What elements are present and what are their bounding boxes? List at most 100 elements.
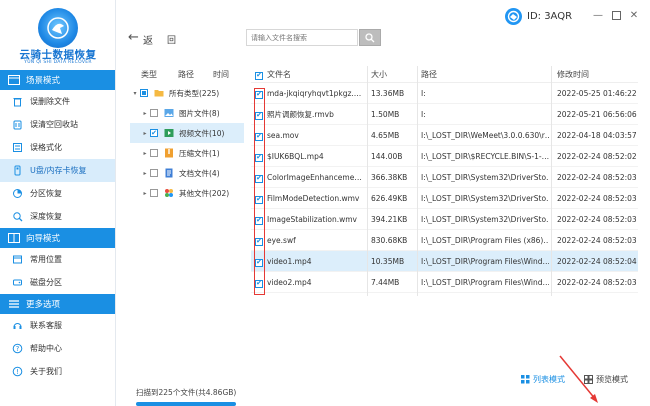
file-size: 10.35MB: [371, 256, 405, 266]
category-checkbox[interactable]: ✔: [150, 129, 158, 137]
file-row[interactable]: ✔ FilmModeDetection.wmv 626.49KB I:\_LOST_D…: [251, 188, 638, 209]
expand-arrow-icon[interactable]: ▸: [140, 130, 150, 137]
category-label: 压缩文件(1): [179, 148, 220, 158]
list-mode-label: 列表模式: [533, 375, 565, 384]
sidebar-item[interactable]: 误删除文件: [0, 90, 115, 113]
file-name: FilmModeDetection.wmv: [267, 193, 360, 203]
category-checkbox[interactable]: [150, 149, 158, 157]
minimize-button[interactable]: —: [592, 9, 604, 21]
sidebar-section-header: 更多选项: [0, 294, 115, 314]
sidebar-item[interactable]: 联系客服: [0, 314, 115, 337]
location-icon: [12, 254, 23, 265]
expand-arrow-icon[interactable]: ▸: [140, 190, 150, 197]
sidebar-item[interactable]: 误清空回收站: [0, 113, 115, 136]
file-path: I:\_LOST_DIR\System32\DriverSto…: [421, 172, 549, 182]
file-name: video2.mp4: [267, 277, 312, 287]
search-icon: [365, 32, 375, 42]
category-item[interactable]: ▸ 图片文件(8): [130, 103, 244, 123]
file-name: ImageStabilization.wmv: [267, 214, 357, 224]
column-name[interactable]: 文件名: [267, 69, 365, 80]
list-mode-button[interactable]: 列表模式: [521, 374, 565, 385]
category-label: 其他文件(202): [179, 188, 230, 198]
category-item[interactable]: ▸ 其他文件(202): [130, 183, 244, 203]
category-checkbox[interactable]: [150, 189, 158, 197]
file-name: 照片调颜恢复.rmvb: [267, 109, 334, 119]
user-avatar-icon[interactable]: [505, 8, 522, 25]
expand-arrow-icon[interactable]: ▸: [140, 110, 150, 117]
column-modified[interactable]: 修改时间: [557, 69, 637, 80]
column-path[interactable]: 路径: [421, 69, 549, 80]
expand-arrow-icon[interactable]: ▾: [130, 90, 140, 97]
home-button[interactable]: 回: [167, 33, 176, 46]
sidebar-item-label: 误删除文件: [30, 97, 70, 106]
file-row[interactable]: ✔ $IUK6BQL.mp4 144.00B I:\_LOST_DIR\$RECYCL…: [251, 146, 638, 167]
knight-logo-icon: [38, 8, 78, 48]
file-row[interactable]: ✔ ColorImageEnhanceme… 366.38KB I:\_LOST_DI…: [251, 167, 638, 188]
sidebar-item[interactable]: 深度恢复: [0, 205, 115, 228]
file-path: I:\_LOST_DIR\Program Files\Wind…: [421, 277, 549, 287]
sidebar-item-label: 关于我们: [30, 367, 62, 376]
close-button[interactable]: ✕: [628, 9, 640, 21]
sidebar-item[interactable]: 误格式化: [0, 136, 115, 159]
tab-time[interactable]: 时间: [213, 69, 235, 80]
sidebar-section-header: 场景模式: [0, 70, 115, 90]
sidebar-item[interactable]: 分区恢复: [0, 182, 115, 205]
category-item[interactable]: ▸ ✔ 视频文件(10): [130, 123, 244, 143]
scan-status: 扫描到225个文件(共4.86GB): [136, 388, 237, 397]
category-checkbox[interactable]: [150, 169, 158, 177]
preview-mode-button[interactable]: 预览模式: [584, 374, 628, 385]
file-row[interactable]: ✔ eye.swf 830.68KB I:\_LOST_DIR\Program Fil…: [251, 230, 638, 251]
recover-button-edge[interactable]: [136, 402, 236, 406]
category-label: 视频文件(10): [179, 128, 225, 138]
search-input[interactable]: [246, 29, 358, 46]
file-size: 394.21KB: [371, 214, 408, 224]
maximize-button[interactable]: [610, 9, 622, 21]
file-row[interactable]: ✔ video1.mp4 10.35MB I:\_LOST_DIR\Program F…: [251, 251, 638, 272]
sidebar-item-label: 分区恢复: [30, 189, 62, 198]
file-row[interactable]: ✔ mda-jkqiqryhqvt1pkgz.… 13.36MB I: 2022-05-…: [251, 83, 638, 104]
expand-arrow-icon[interactable]: ▸: [140, 170, 150, 177]
sidebar-item[interactable]: 常用位置: [0, 248, 115, 271]
category-label: 图片文件(8): [179, 108, 220, 118]
expand-arrow-icon[interactable]: ▸: [140, 150, 150, 157]
sidebar-item[interactable]: ? 帮助中心: [0, 337, 115, 360]
archive-icon: [164, 148, 174, 158]
category-checkbox[interactable]: [140, 89, 148, 97]
sidebar-item[interactable]: ! 关于我们: [0, 360, 115, 383]
file-modified: 2022-04-18 04:03:57: [557, 130, 637, 140]
file-name: mda-jkqiqryhqvt1pkgz.…: [267, 88, 362, 98]
file-row[interactable]: ✔ sea.mov 4.65MB I:\_LOST_DIR\WeMeet\3.0.0.…: [251, 125, 638, 146]
back-arrow-icon[interactable]: ←: [128, 30, 139, 45]
tab-type[interactable]: 类型: [141, 69, 161, 80]
file-modified: 2022-05-25 01:46:22: [557, 88, 637, 98]
video-icon: [164, 128, 174, 138]
file-name: $IUK6BQL.mp4: [267, 151, 324, 161]
sidebar-section-header: 向导模式: [0, 228, 115, 248]
file-modified: 2022-02-24 08:52:03: [557, 277, 637, 287]
file-path: I:\_LOST_DIR\System32\DriverSto…: [421, 193, 549, 203]
category-item[interactable]: ▾ 所有类型(225): [130, 83, 244, 103]
search-button[interactable]: [359, 29, 381, 46]
top-bar: ← 返 回 ID: 3AQR — ✕: [116, 0, 650, 70]
category-item[interactable]: ▸ 文档文件(4): [130, 163, 244, 183]
other-files-icon: [164, 188, 174, 198]
file-row[interactable]: ✔ ImageStabilization.wmv 394.21KB I:\_LOST_…: [251, 209, 638, 230]
file-modified: 2022-02-24 08:52:03: [557, 214, 637, 224]
file-row[interactable]: ✔ 照片调颜恢复.rmvb 1.50MB I: 2022-05-21 06:56:06: [251, 104, 638, 125]
file-table-header: ✔ 文件名 大小 路径 修改时间: [251, 66, 638, 83]
category-checkbox[interactable]: [150, 109, 158, 117]
info-icon: !: [12, 366, 23, 377]
preview-mode-label: 预览模式: [596, 375, 628, 384]
app-subtitle: YUN QI SHI DATA RECOVER: [24, 60, 92, 65]
file-row[interactable]: ✔ video2.mp4 7.44MB I:\_LOST_DIR\Program Fi…: [251, 272, 638, 293]
maximize-icon: [611, 10, 621, 20]
file-name: eye.swf: [267, 235, 296, 245]
svg-text:!: !: [16, 368, 19, 376]
category-item[interactable]: ▸ 压缩文件(1): [130, 143, 244, 163]
sidebar-item[interactable]: 磁盘分区: [0, 271, 115, 294]
tab-path[interactable]: 路径: [178, 69, 200, 80]
back-button[interactable]: 返: [143, 32, 153, 47]
sidebar-item[interactable]: U盘/内存卡恢复: [0, 159, 115, 182]
column-size[interactable]: 大小: [371, 69, 417, 80]
category-list: ▾ 所有类型(225) ▸ 图片文件(8) ▸ ✔ 视频文件(10) ▸ 压缩文件(1) ▸ 文档文…: [130, 83, 244, 203]
